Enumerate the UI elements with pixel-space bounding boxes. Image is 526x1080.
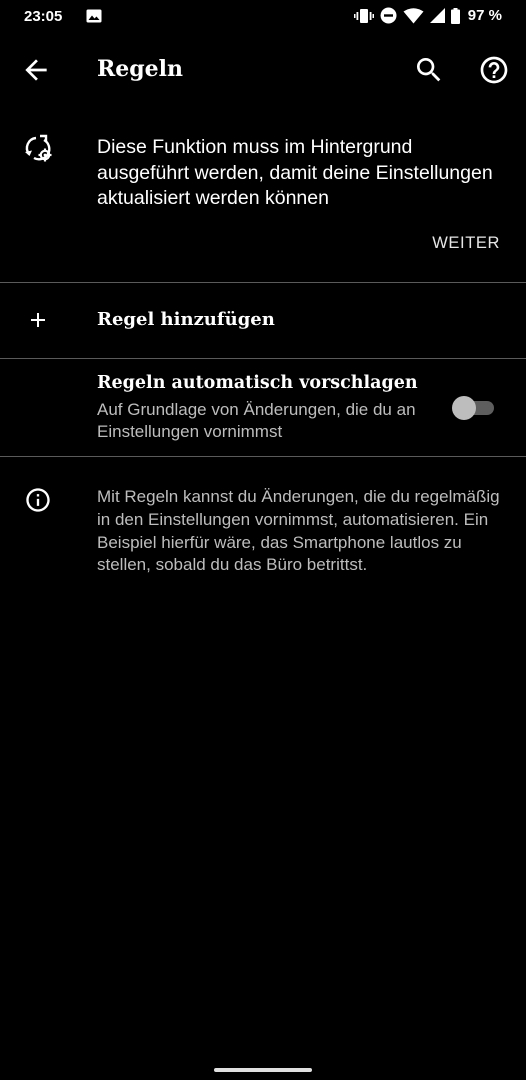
suggest-rules-item[interactable]: Regeln automatisch vorschlagen Auf Grund… — [0, 359, 526, 456]
do-not-disturb-icon — [380, 7, 397, 24]
image-notification-icon — [86, 9, 102, 23]
add-rule-item[interactable]: Regel hinzufügen — [0, 283, 526, 358]
cell-signal-icon — [429, 8, 445, 23]
arrow-back-icon[interactable] — [20, 54, 52, 86]
suggest-rules-title: Regeln automatisch vorschlagen — [97, 373, 418, 393]
status-bar: 23:05 97 % — [0, 0, 526, 34]
vibrate-icon — [353, 8, 374, 23]
battery-icon — [450, 7, 460, 24]
info-section: Mit Regeln kannst du Änderungen, die du … — [0, 457, 526, 617]
help-icon[interactable] — [478, 54, 510, 86]
wifi-icon — [403, 7, 424, 23]
continue-button[interactable]: WEITER — [432, 234, 500, 253]
suggest-rules-toggle[interactable] — [452, 395, 496, 420]
background-permission-banner: Diese Funktion muss im Hintergrund ausge… — [0, 106, 526, 282]
battery-percentage: 97 % — [467, 7, 502, 24]
sync-settings-icon — [25, 134, 52, 162]
banner-message: Diese Funktion muss im Hintergrund ausge… — [97, 136, 493, 209]
navigation-handle[interactable] — [214, 1068, 312, 1072]
search-icon[interactable] — [413, 54, 445, 86]
status-time: 23:05 — [24, 8, 63, 25]
info-icon — [26, 488, 50, 512]
toolbar: Regeln — [0, 34, 526, 106]
plus-icon — [31, 313, 45, 327]
add-rule-label: Regel hinzufügen — [97, 309, 275, 330]
toggle-thumb — [452, 396, 476, 420]
suggest-rules-subtitle: Auf Grundlage von Änderungen, die du an … — [97, 400, 416, 441]
page-title: Regeln — [97, 56, 184, 82]
status-icons: 97 % — [353, 7, 502, 24]
info-description: Mit Regeln kannst du Änderungen, die du … — [97, 487, 500, 575]
